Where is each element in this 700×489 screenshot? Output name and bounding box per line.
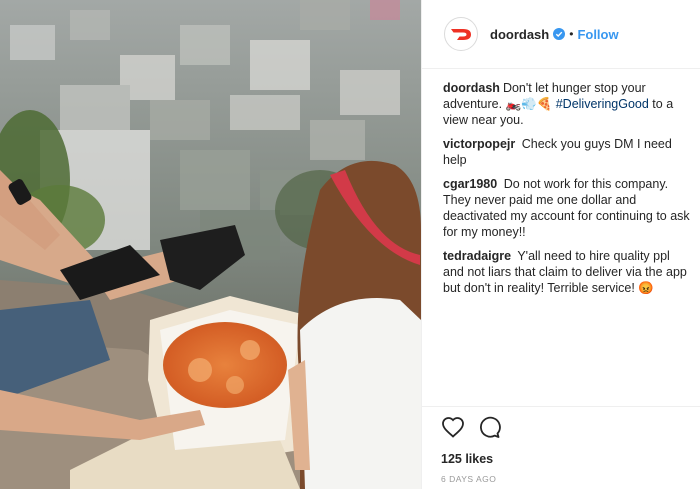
- header-username[interactable]: doordash: [490, 27, 549, 42]
- comment-username[interactable]: victorpopejr: [443, 137, 515, 151]
- post-timestamp: 6 DAYS AGO: [441, 474, 497, 484]
- post-photo: [0, 0, 421, 489]
- post-actions: 125 likes 6 DAYS AGO: [421, 406, 700, 489]
- post-header: doordash • Follow: [422, 0, 700, 69]
- like-count[interactable]: 125 likes: [441, 452, 700, 466]
- doordash-logo-icon: [451, 29, 471, 40]
- comment-username[interactable]: tedradaigre: [443, 249, 511, 263]
- comment-item: victorpopejr Check you guys DM I need he…: [443, 136, 690, 168]
- caption-username[interactable]: doordash: [443, 81, 500, 95]
- comment-bubble-icon[interactable]: [477, 415, 501, 444]
- comment-username[interactable]: cgar1980: [443, 177, 497, 191]
- comment-item: cgar1980 Do not work for this company. T…: [443, 176, 690, 240]
- profile-avatar[interactable]: [444, 17, 478, 51]
- comment-item: tedradaigre Y'all need to hire quality p…: [443, 248, 690, 296]
- comments-list: doordash Don't let hunger stop your adven…: [422, 69, 700, 296]
- verified-badge-icon: [553, 28, 566, 40]
- follow-button[interactable]: Follow: [577, 27, 618, 42]
- caption: doordash Don't let hunger stop your adven…: [443, 80, 690, 128]
- heart-icon[interactable]: [441, 416, 465, 443]
- caption-hashtag[interactable]: #DeliveringGood: [556, 97, 649, 111]
- separator-dot: •: [569, 27, 574, 41]
- action-icons: [441, 415, 700, 443]
